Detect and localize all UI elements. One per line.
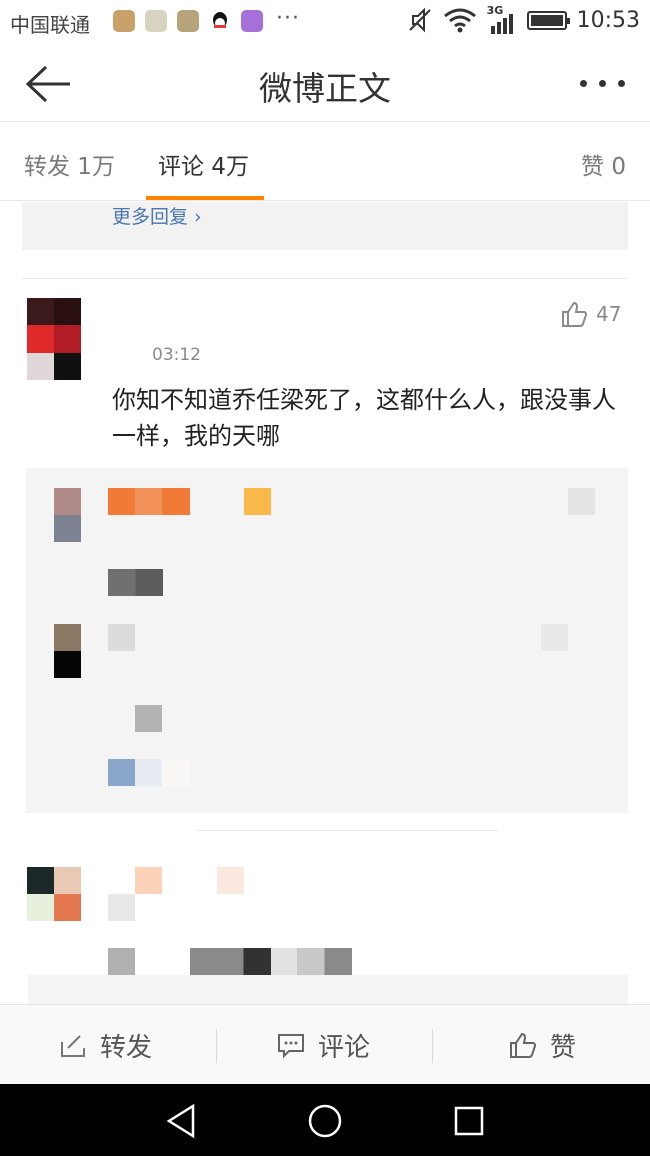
more-dots-icon [580,80,587,87]
more-replies-link[interactable]: 更多回复 › [112,202,202,229]
separator [432,1029,433,1063]
redacted-text [190,948,352,975]
nav-home-icon[interactable] [305,1101,345,1141]
repost-label: 转发 [100,1032,153,1063]
comment-text: 你知不知道乔任梁死了，这都什么人，跟没事人一样，我的天哪 [112,386,616,450]
active-tab-indicator [146,196,264,200]
separator [216,1029,217,1063]
notification-icons [113,10,263,32]
more-options-button[interactable] [578,70,628,96]
redacted-text [108,759,190,786]
previous-replies-box: 更多回复 › [22,202,628,250]
avatar[interactable] [27,298,81,380]
qq-icon [209,10,231,32]
carrier-name: 中国联通 [10,13,90,37]
reply-avatar[interactable] [54,624,81,678]
tab-comments[interactable]: 评论 4万 [158,147,249,181]
reply-preview-box [28,975,628,1004]
redacted-block [108,894,135,921]
action-bar: 转发 评论 赞 [0,1004,650,1084]
reply-avatar[interactable] [54,488,81,542]
tab-bar: 转发 1万 评论 4万 赞 0 [0,123,650,201]
mute-icon [408,7,431,33]
page-title: 微博正文 [259,69,391,108]
comment-label: 评论 [318,1032,371,1063]
comment-button[interactable]: 评论 [276,1005,370,1085]
redacted-block [541,624,568,651]
repost-button[interactable]: 转发 [58,1005,152,1085]
like-count: 47 [596,302,622,326]
comment-like-button[interactable]: 47 [560,300,621,328]
nav-back-icon[interactable] [163,1101,203,1141]
redacted-text [135,705,162,732]
system-nav-bar [0,1084,650,1156]
divider [196,830,498,831]
keyboard-app-icon [241,10,263,32]
redacted-username [108,624,135,651]
like-button[interactable]: 赞 [508,1005,576,1085]
title-bar: 微博正文 [0,46,650,122]
clock: 10:53 [576,7,640,33]
avatar[interactable] [27,867,81,921]
nav-recents-icon[interactable] [449,1101,489,1141]
redacted-text [108,569,163,596]
gallery-app-icon [145,10,167,32]
divider [22,278,628,279]
tab-likes[interactable]: 赞 0 [581,147,626,181]
like-label: 赞 [550,1032,577,1063]
comment-icon [278,1034,304,1059]
tab-reposts[interactable]: 转发 1万 [24,147,115,181]
redacted-username [135,867,162,894]
redacted-badge [244,488,271,515]
thumbs-up-icon [562,301,588,327]
redacted-block [217,867,244,894]
more-notifications-icon: ··· [276,6,300,31]
repost-icon [61,1035,85,1057]
cell-signal-icon: 3G [487,4,517,34]
thumbs-up-icon [510,1032,537,1058]
health-app-icon [113,10,135,32]
redacted-block [568,488,595,515]
wifi-icon [443,8,476,33]
redacted-text [108,948,135,975]
battery-icon [526,10,570,30]
redacted-username [108,488,190,515]
status-bar: 中国联通 ··· 3G 10:53 [0,0,650,46]
comment-timestamp: 03:12 [152,345,201,365]
photo-app-icon [177,10,199,32]
